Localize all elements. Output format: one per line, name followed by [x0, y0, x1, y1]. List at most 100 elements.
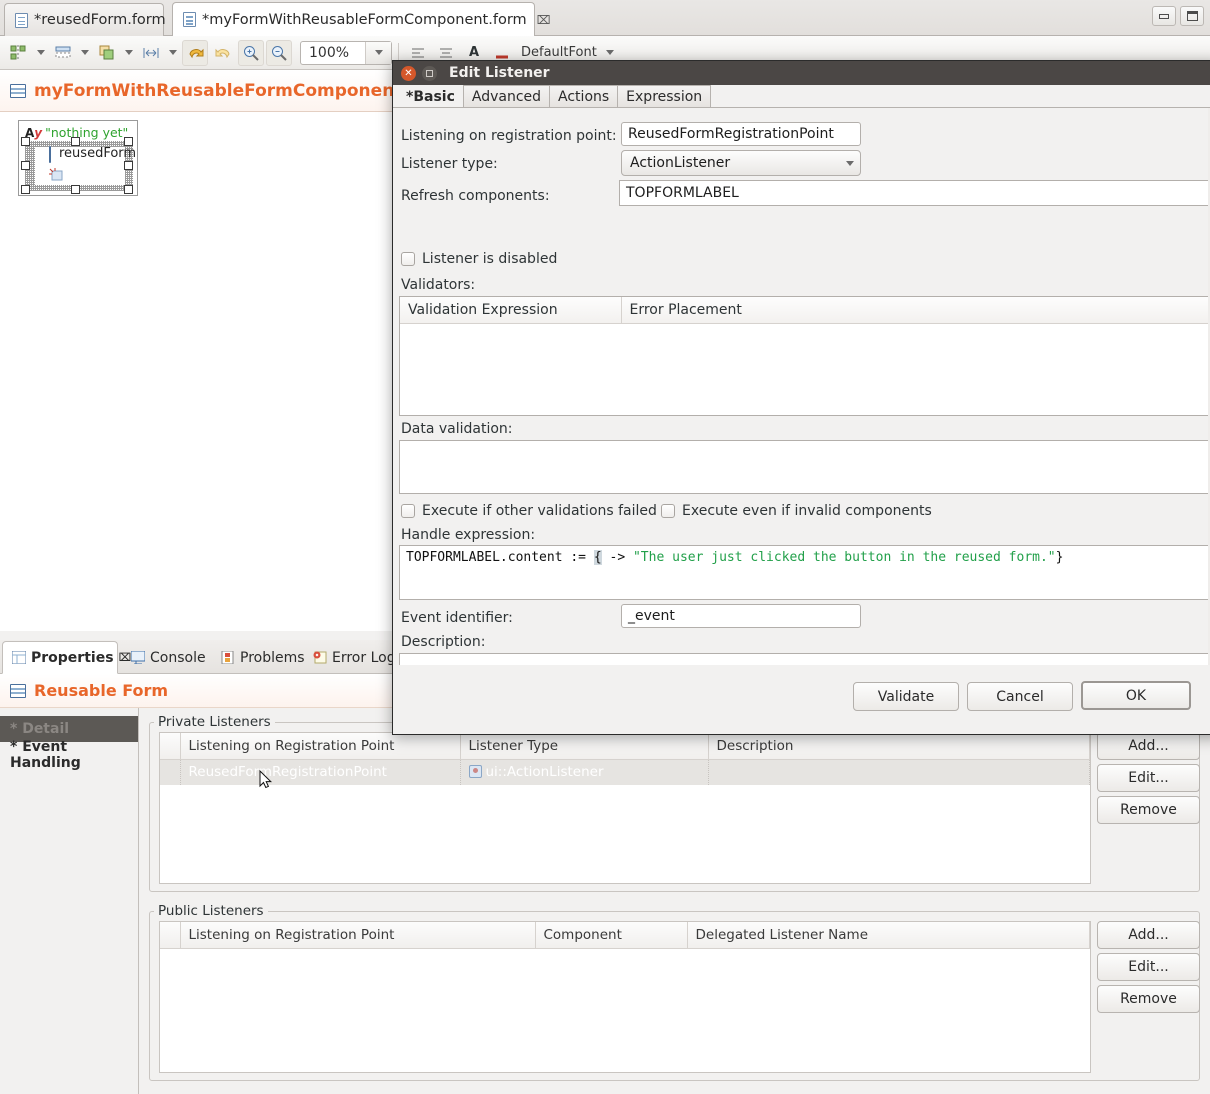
- match-width-icon[interactable]: [138, 40, 164, 66]
- editor-tab-label: *myFormWithReusableFormComponent.form: [202, 11, 527, 28]
- cell-listener-type: ui::ActionListener: [460, 759, 709, 785]
- close-icon[interactable]: ✕: [401, 65, 416, 81]
- execute-even-invalid-checkbox[interactable]: Execute even if invalid components: [661, 503, 932, 519]
- table-col-registration-point[interactable]: Listening on Registration Point: [180, 733, 461, 760]
- public-edit-button[interactable]: Edit...: [1097, 953, 1200, 981]
- form-root-widget[interactable]: Ay "nothing yet" reusedForm: [18, 120, 138, 196]
- dialog-title-bar[interactable]: ✕ Edit Listener: [393, 61, 1210, 85]
- restore-icon: [1186, 11, 1198, 21]
- minimize-icon: [1159, 13, 1169, 19]
- table-col-gutter: [160, 922, 181, 949]
- label-text: "nothing yet": [45, 125, 129, 140]
- execute-even-invalid-label: Execute even if invalid components: [682, 503, 932, 519]
- tab-problems[interactable]: Problems: [212, 641, 314, 674]
- execute-if-failed-checkbox[interactable]: Execute if other validations failed: [401, 503, 657, 519]
- resize-handle[interactable]: [71, 137, 80, 146]
- listener-type-value: ActionListener: [630, 155, 731, 171]
- chevron-down-icon[interactable]: [122, 40, 136, 66]
- maximize-icon[interactable]: [422, 65, 437, 81]
- properties-body: * Detail * Event Handling Private Listen…: [0, 708, 1210, 1094]
- validate-button[interactable]: Validate: [853, 682, 959, 711]
- zoom-in-icon[interactable]: [238, 39, 264, 66]
- listener-disabled-label: Listener is disabled: [422, 251, 558, 267]
- listener-type-select[interactable]: ActionListener: [621, 150, 861, 176]
- zoom-out-icon[interactable]: [266, 39, 292, 66]
- tab-error-log[interactable]: Error Log: [304, 641, 405, 674]
- validators-label: Validators:: [401, 277, 476, 293]
- private-add-button[interactable]: Add...: [1097, 732, 1200, 760]
- listener-disabled-checkbox[interactable]: Listener is disabled: [401, 251, 557, 267]
- checkbox-box: [661, 504, 675, 518]
- chevron-down-icon[interactable]: [166, 40, 180, 66]
- table-col-validation-expression[interactable]: Validation Expression: [400, 297, 622, 324]
- ok-button[interactable]: OK: [1081, 681, 1191, 710]
- align-components-icon[interactable]: [6, 40, 32, 66]
- table-col-delegated-listener-name[interactable]: Delegated Listener Name: [687, 922, 1090, 949]
- resize-handle[interactable]: [21, 185, 30, 194]
- properties-main: Private Listeners Listening on Registrat…: [139, 708, 1210, 1094]
- chevron-down-icon[interactable]: [365, 41, 391, 64]
- event-identifier-input[interactable]: _event: [621, 604, 861, 628]
- resize-handle[interactable]: [124, 161, 133, 170]
- dialog-tab-basic[interactable]: *Basic: [397, 85, 464, 107]
- public-add-button[interactable]: Add...: [1097, 921, 1200, 949]
- listener-type-label: Listener type:: [401, 156, 498, 172]
- data-validation-label: Data validation:: [401, 421, 513, 437]
- table-col-listener-type[interactable]: Listener Type: [460, 733, 709, 760]
- editor-tab-reusedform[interactable]: *reusedForm.form: [4, 3, 166, 36]
- tab-properties[interactable]: Properties ⌧: [2, 641, 131, 674]
- handle-expression-editor[interactable]: TOPFORMLABEL.content := { -> "The user j…: [399, 545, 1210, 600]
- distribute-icon[interactable]: [50, 40, 76, 66]
- public-remove-button[interactable]: Remove: [1097, 985, 1200, 1013]
- table-header-row: Validation Expression Error Placement: [400, 297, 1210, 324]
- properties-section-event-handling[interactable]: * Event Handling: [0, 739, 138, 771]
- undo-icon[interactable]: [182, 39, 208, 66]
- resize-handle[interactable]: [124, 185, 133, 194]
- zoom-level-combo[interactable]: 100%: [300, 40, 392, 65]
- table-col-registration-point[interactable]: Listening on Registration Point: [180, 922, 536, 949]
- registration-point-label: Listening on registration point:: [401, 128, 617, 144]
- dialog-tab-advanced[interactable]: Advanced: [462, 85, 551, 107]
- edit-listener-dialog[interactable]: ✕ Edit Listener *Basic Advanced Actions …: [392, 60, 1210, 735]
- registration-point-input[interactable]: ReusedFormRegistrationPoint: [621, 122, 861, 146]
- chevron-down-icon[interactable]: [78, 40, 92, 66]
- cancel-button[interactable]: Cancel: [967, 682, 1073, 711]
- resize-handle[interactable]: [21, 161, 30, 170]
- chevron-down-icon[interactable]: [34, 40, 48, 66]
- private-edit-button[interactable]: Edit...: [1097, 764, 1200, 792]
- dialog-tab-expression[interactable]: Expression: [617, 85, 712, 107]
- event-identifier-value: _event: [628, 608, 675, 624]
- chevron-down-icon[interactable]: [846, 160, 854, 166]
- checkbox-box: [401, 504, 415, 518]
- code-pre: TOPFORMLABEL.content :=: [406, 550, 594, 565]
- properties-icon: [11, 650, 27, 665]
- table-col-component[interactable]: Component: [535, 922, 688, 949]
- private-remove-button[interactable]: Remove: [1097, 796, 1200, 824]
- editor-tab-myformwithreusableformcomponent[interactable]: *myFormWithReusableFormComponent.form ⌧: [172, 2, 551, 36]
- tab-console[interactable]: Console: [122, 641, 215, 674]
- table-col-description[interactable]: Description: [708, 733, 1090, 760]
- private-listeners-legend: Private Listeners: [158, 714, 271, 730]
- table-col-error-placement[interactable]: Error Placement: [621, 297, 1210, 324]
- restore-button[interactable]: [1180, 6, 1204, 26]
- minimize-button[interactable]: [1152, 6, 1176, 26]
- close-icon[interactable]: ⌧: [537, 13, 551, 27]
- console-icon: [130, 650, 146, 665]
- public-listeners-buttons: Add... Edit... Remove: [1097, 921, 1200, 1013]
- section-label: * Detail: [10, 721, 70, 737]
- event-identifier-label: Event identifier:: [401, 610, 513, 626]
- public-listeners-table[interactable]: Listening on Registration Point Componen…: [159, 921, 1091, 1073]
- resize-handle[interactable]: [21, 137, 30, 146]
- refresh-components-input[interactable]: TOPFORMLABEL: [619, 180, 1210, 206]
- validators-table[interactable]: Validation Expression Error Placement: [399, 296, 1210, 416]
- redo-icon[interactable]: [210, 40, 236, 66]
- data-validation-input[interactable]: [399, 440, 1210, 494]
- resize-handle[interactable]: [71, 185, 80, 194]
- font-name-label: DefaultFont: [521, 45, 597, 60]
- private-listeners-table[interactable]: Listening on Registration Point Listener…: [159, 732, 1091, 884]
- table-row[interactable]: ReusedFormRegistrationPoint ui::ActionLi…: [160, 759, 1090, 785]
- dialog-tab-actions[interactable]: Actions: [549, 85, 619, 107]
- layer-icon[interactable]: [94, 40, 120, 66]
- resize-handle[interactable]: [124, 137, 133, 146]
- reused-form-icon: [49, 146, 51, 163]
